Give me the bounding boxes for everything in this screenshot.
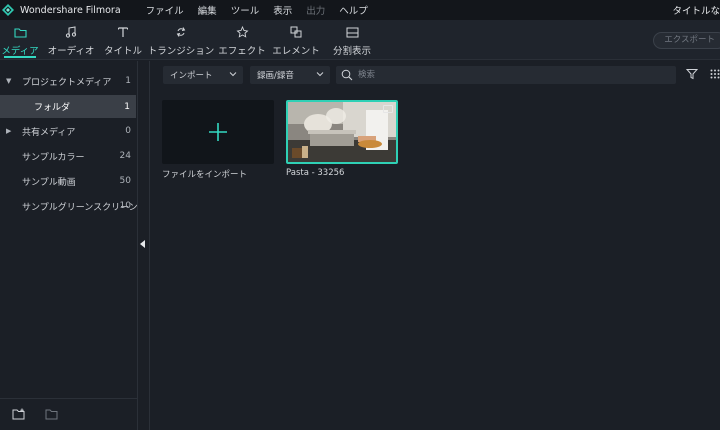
caret-down-icon[interactable]: ▼ xyxy=(6,77,11,85)
pasta-thumbnail-image xyxy=(288,102,396,162)
tab-audio[interactable]: オーディオ xyxy=(48,24,94,58)
tree-label: サンプル動画 xyxy=(22,177,76,188)
filmora-logo-icon xyxy=(2,4,14,16)
tab-elements-label: エレメント xyxy=(272,46,320,57)
tree-sample-colors[interactable]: サンプルカラー 24 xyxy=(0,146,137,166)
media-sidebar: ▼ プロジェクトメディア 1 フォルダ 1 ▶ 共有メディア 0 サンプルカラー… xyxy=(0,61,138,430)
menu-edit[interactable]: 編集 xyxy=(198,3,217,17)
tree-sample-green-screen[interactable]: サンプルグリーンスクリーン 10 xyxy=(0,196,138,216)
tab-media-label: メディア xyxy=(1,46,39,57)
main-toolbar: メディア オーディオ タイトル トランジション エフェクト エレメント 分割表示… xyxy=(0,20,720,60)
elements-icon xyxy=(290,24,302,40)
tab-split-screen[interactable]: 分割表示 xyxy=(332,24,372,58)
tree-label: プロジェクトメディア xyxy=(22,77,112,88)
import-media-card[interactable]: ファイルをインポート xyxy=(162,100,274,180)
tree-folder[interactable]: フォルダ 1 xyxy=(0,95,136,118)
import-dropdown[interactable]: インポート xyxy=(163,66,243,84)
search-box xyxy=(336,66,676,84)
plus-icon xyxy=(208,122,228,145)
music-note-icon xyxy=(65,24,77,40)
clip-type-icon xyxy=(383,105,393,113)
tree-shared-media[interactable]: ▶ 共有メディア 0 xyxy=(0,121,137,141)
tab-audio-label: オーディオ xyxy=(47,46,95,57)
caret-right-icon[interactable]: ▶ xyxy=(6,127,11,135)
tree-count: 50 xyxy=(119,176,131,186)
menu-view[interactable]: 表示 xyxy=(273,3,292,17)
tab-transitions-label: トランジション xyxy=(147,46,215,57)
video-thumbnail[interactable] xyxy=(286,100,398,164)
import-caption: ファイルをインポート xyxy=(162,170,248,180)
library-filter-bar: インポート 録画/録音 xyxy=(150,61,720,89)
menu-tools[interactable]: ツール xyxy=(231,3,260,17)
menu-export[interactable]: 出力 xyxy=(306,3,325,17)
text-t-icon xyxy=(117,24,129,40)
record-dropdown-label: 録画/録音 xyxy=(257,71,294,81)
search-icon xyxy=(341,69,353,84)
folder-icon[interactable] xyxy=(45,408,59,423)
effects-star-icon xyxy=(235,24,249,40)
tab-media[interactable]: メディア xyxy=(1,24,39,58)
app-name: Wondershare Filmora xyxy=(20,4,121,16)
import-placeholder[interactable] xyxy=(162,100,274,164)
panel-divider xyxy=(149,61,150,430)
tree-count: 24 xyxy=(119,151,131,161)
tab-titles-label: タイトル xyxy=(104,46,143,57)
menu-file[interactable]: ファイル xyxy=(146,3,184,17)
export-button[interactable]: エクスポート xyxy=(653,32,720,49)
split-screen-icon xyxy=(346,24,359,40)
tree-count: 10 xyxy=(119,201,131,211)
clip-caption: Pasta - 33256 xyxy=(286,168,345,178)
tree-label: サンプルカラー xyxy=(22,152,85,163)
title-bar: Wondershare Filmora ファイル 編集 ツール 表示 出力 ヘル… xyxy=(0,0,720,20)
tab-effects-label: エフェクト xyxy=(218,46,266,57)
collapse-sidebar-icon[interactable] xyxy=(139,238,147,250)
tree-count: 1 xyxy=(125,76,131,86)
grid-view-icon[interactable] xyxy=(710,69,720,82)
folder-icon xyxy=(13,24,27,40)
search-input[interactable] xyxy=(358,66,658,84)
tab-transitions[interactable]: トランジション xyxy=(148,24,214,58)
tab-elements[interactable]: エレメント xyxy=(272,24,320,58)
tree-sample-videos[interactable]: サンプル動画 50 xyxy=(0,171,137,191)
tree-label: 共有メディア xyxy=(22,127,76,138)
project-title: タイトルな xyxy=(672,6,720,17)
tree-count: 0 xyxy=(125,126,131,136)
tree-project-media[interactable]: ▼ プロジェクトメディア 1 xyxy=(0,71,137,91)
record-dropdown[interactable]: 録画/録音 xyxy=(250,66,330,84)
new-folder-icon[interactable] xyxy=(12,408,26,423)
media-clip-card[interactable]: Pasta - 33256 xyxy=(286,100,398,178)
import-dropdown-label: インポート xyxy=(170,71,213,81)
chevron-down-icon xyxy=(316,70,324,81)
menu-bar: ファイル 編集 ツール 表示 出力 ヘルプ xyxy=(146,3,382,17)
menu-help[interactable]: ヘルプ xyxy=(339,3,368,17)
transition-arrows-icon xyxy=(175,24,187,40)
tree-label: フォルダ xyxy=(34,103,71,113)
filter-icon[interactable] xyxy=(685,68,699,83)
chevron-down-icon xyxy=(229,70,237,81)
sidebar-footer xyxy=(0,398,137,430)
tab-titles[interactable]: タイトル xyxy=(104,24,143,58)
tab-split-screen-label: 分割表示 xyxy=(332,46,371,57)
tab-effects[interactable]: エフェクト xyxy=(218,24,266,58)
tree-count: 1 xyxy=(124,101,130,112)
